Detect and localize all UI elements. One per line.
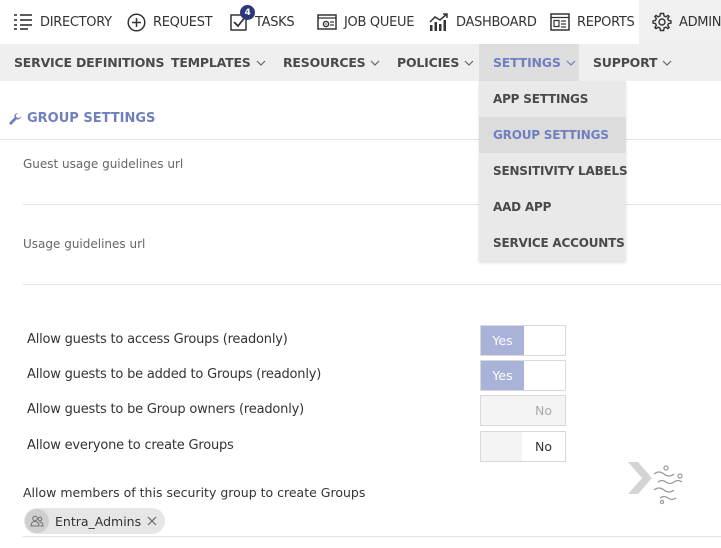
menu-item-label: APP SETTINGS	[493, 92, 589, 106]
tasks-count-badge: 4	[240, 5, 255, 20]
guest-usage-url-label: Guest usage guidelines url	[23, 157, 184, 171]
group-icon	[30, 515, 44, 527]
toggle-value: Yes	[481, 326, 524, 355]
subnav-label: TEMPLATES	[171, 55, 251, 70]
chevron-down-icon	[662, 60, 672, 66]
subnav-label: SUPPORT	[593, 55, 658, 70]
remove-chip-button[interactable]	[145, 514, 159, 528]
chevron-down-icon	[566, 60, 576, 66]
nav-request[interactable]: REQUEST	[127, 0, 213, 44]
subnav-resources[interactable]: RESOURCES	[283, 44, 380, 81]
setting-label: Allow guests to be added to Groups (read…	[27, 367, 322, 382]
app-logo-icon	[628, 462, 683, 505]
nav-label: DIRECTORY	[40, 14, 112, 30]
security-group-label: Allow members of this security group to …	[23, 485, 366, 500]
toggle-value: No	[522, 432, 565, 461]
chevron-down-icon	[371, 60, 380, 66]
gear-icon	[652, 12, 672, 32]
usage-url-label: Usage guidelines url	[23, 237, 146, 251]
subnav-templates[interactable]: TEMPLATES	[171, 44, 266, 81]
guests-added-toggle[interactable]: Yes	[480, 360, 566, 391]
list-icon	[14, 14, 32, 30]
menu-item-label: SENSITIVITY LABELS	[493, 164, 628, 178]
divider	[23, 536, 721, 537]
page-title: GROUP SETTINGS	[9, 108, 155, 128]
menu-item-aad-app[interactable]: AAD APP	[479, 189, 626, 225]
job-queue-icon	[317, 14, 337, 30]
sub-navigation: SERVICE DEFINITIONS TEMPLATES RESOURCES …	[0, 44, 721, 81]
wrench-icon	[9, 112, 22, 125]
page-title-text: GROUP SETTINGS	[27, 110, 156, 126]
menu-item-service-accounts[interactable]: SERVICE ACCOUNTS	[479, 225, 626, 261]
report-icon	[550, 13, 570, 31]
subnav-label: SERVICE DEFINITIONS	[14, 55, 165, 70]
chip-label: Entra_Admins	[55, 513, 142, 529]
subnav-support[interactable]: SUPPORT	[593, 44, 672, 81]
toggle-value: Yes	[481, 361, 524, 390]
chart-icon	[429, 12, 448, 31]
setting-label: Allow guests to access Groups (readonly)	[27, 332, 288, 347]
subnav-label: RESOURCES	[283, 55, 366, 70]
menu-item-label: SERVICE ACCOUNTS	[493, 236, 625, 250]
nav-reports[interactable]: REPORTS	[550, 0, 635, 44]
group-avatar	[25, 509, 49, 533]
toggle-track	[481, 432, 524, 461]
nav-label: DASHBOARD	[456, 14, 537, 30]
nav-label: TASKS	[255, 14, 295, 30]
nav-directory[interactable]: DIRECTORY	[13, 0, 112, 44]
subnav-service-definitions[interactable]: SERVICE DEFINITIONS	[14, 44, 164, 81]
security-group-chip: Entra_Admins	[24, 508, 165, 534]
subnav-label: SETTINGS	[493, 55, 561, 70]
nav-label: REPORTS	[577, 14, 635, 30]
top-navigation: DIRECTORY REQUEST TASKS 4 JOB QUEUE DASH…	[0, 0, 721, 44]
everyone-create-toggle[interactable]: No	[480, 431, 566, 462]
guests-owners-toggle[interactable]: No	[480, 395, 566, 426]
close-icon	[147, 516, 157, 526]
nav-label: JOB QUEUE	[344, 14, 415, 30]
nav-job-queue[interactable]: JOB QUEUE	[317, 0, 414, 44]
menu-item-label: AAD APP	[493, 200, 552, 214]
subnav-settings[interactable]: SETTINGS	[479, 44, 579, 81]
settings-dropdown-menu: APP SETTINGS GROUP SETTINGS SENSITIVITY …	[479, 81, 628, 261]
menu-item-label: GROUP SETTINGS	[493, 128, 609, 142]
chevron-down-icon	[256, 60, 266, 66]
setting-label: Allow everyone to create Groups	[27, 438, 234, 453]
guests-access-toggle[interactable]: Yes	[480, 325, 566, 356]
chevron-down-icon	[464, 60, 474, 66]
menu-item-sensitivity-labels[interactable]: SENSITIVITY LABELS	[479, 153, 628, 189]
nav-admin[interactable]: ADMIN	[639, 0, 721, 44]
menu-item-app-settings[interactable]: APP SETTINGS	[479, 81, 626, 117]
subnav-policies[interactable]: POLICIES	[397, 44, 474, 81]
setting-label: Allow guests to be Group owners (readonl…	[27, 402, 304, 417]
usage-url-input[interactable]	[23, 284, 721, 285]
menu-item-group-settings[interactable]: GROUP SETTINGS	[479, 117, 626, 153]
toggle-value: No	[535, 403, 552, 418]
nav-tasks[interactable]: TASKS 4	[230, 0, 295, 44]
nav-dashboard[interactable]: DASHBOARD	[429, 0, 537, 44]
plus-circle-icon	[127, 12, 146, 32]
subnav-label: POLICIES	[397, 55, 460, 70]
nav-label: REQUEST	[153, 14, 213, 30]
nav-label: ADMIN	[679, 14, 721, 30]
